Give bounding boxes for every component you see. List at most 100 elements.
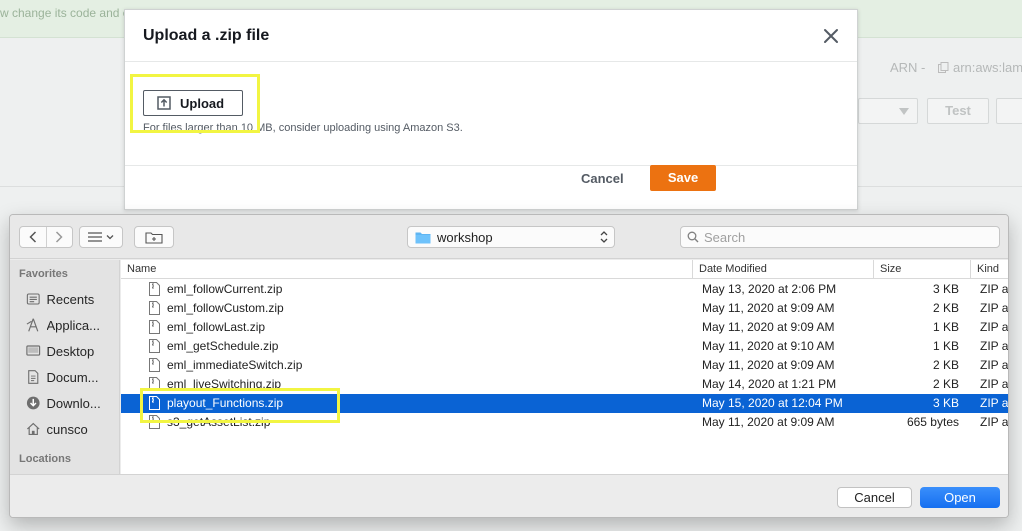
file-size: 1 KB [932,320,959,334]
file-date-modified: May 11, 2020 at 9:09 AM [702,358,835,372]
file-name: eml_followCustom.zip [167,301,284,315]
sidebar-item-applications[interactable]: Applica... [10,312,119,338]
clock-icon [26,293,40,305]
copy-icon [938,62,949,73]
modal-save-button[interactable]: Save [650,165,716,191]
selected-file-highlight-box [140,388,340,423]
file-row[interactable]: eml_followCustom.zip May 11, 2020 at 9:09… [121,299,1009,318]
column-name[interactable]: Name [121,260,693,279]
new-folder-button[interactable] [134,226,174,248]
sidebar-item-label: cunsco [46,421,88,437]
file-row[interactable]: eml_immediateSwitch.zip May 11, 2020 at 9… [121,356,1009,375]
file-list: Name Date Modified Size Kind eml_followC… [121,260,1009,474]
column-date-modified[interactable]: Date Modified [693,260,874,279]
view-options-button[interactable] [79,226,123,248]
desktop-icon [26,345,41,356]
file-list-header: Name Date Modified Size Kind [121,260,1008,279]
column-kind[interactable]: Kind [971,260,1008,279]
search-field[interactable] [680,226,1000,248]
sidebar-item-desktop[interactable]: Desktop [10,338,119,364]
modal-cancel-button[interactable]: Cancel [581,171,624,186]
modal-title: Upload a .zip file [143,27,270,44]
upload-highlight-box [130,74,260,133]
search-icon [687,231,699,243]
download-icon [26,396,40,410]
zip-file-icon [149,301,160,315]
list-view-icon [88,232,114,242]
file-name: eml_immediateSwitch.zip [167,358,303,372]
sidebar-item-recents[interactable]: Recents [10,286,119,312]
dialog-sidebar: Favorites Recents Applica... Desktop Doc… [10,260,120,474]
file-size: 665 bytes [906,415,959,429]
test-button[interactable]: Test [927,98,989,124]
file-row[interactable]: eml_followLast.zip May 11, 2020 at 9:09 A… [121,318,1009,337]
file-kind: ZIP ar [980,282,1009,296]
sidebar-item-label: Desktop [46,343,95,359]
arn-value-text: arn:aws:lam [953,60,1022,75]
file-size: 2 KB [932,377,959,391]
file-row[interactable]: eml_getSchedule.zip May 11, 2020 at 9:10 … [121,337,1009,356]
back-button[interactable] [20,227,46,247]
favorites-heading: Favorites [19,268,68,280]
document-icon [28,370,39,384]
file-kind: ZIP ar [980,415,1009,429]
locations-heading: Locations [19,453,71,465]
file-date-modified: May 11, 2020 at 9:10 AM [702,339,835,353]
column-size[interactable]: Size [874,260,971,279]
sidebar-item-label: Applica... [46,317,100,333]
file-kind: ZIP ar [980,339,1009,353]
dialog-cancel-button[interactable]: Cancel [837,487,912,508]
file-kind: ZIP ar [980,377,1009,391]
forward-button[interactable] [45,227,72,247]
current-folder-name: workshop [437,229,493,245]
arn-value: arn:aws:lam [938,60,1022,75]
file-size: 3 KB [932,282,959,296]
file-date-modified: May 11, 2020 at 9:09 AM [702,415,835,429]
file-date-modified: May 15, 2020 at 12:04 PM [702,396,843,410]
file-name: eml_getSchedule.zip [167,339,279,353]
new-folder-icon [145,231,163,244]
zip-file-icon [149,358,160,372]
file-date-modified: May 14, 2020 at 1:21 PM [702,377,837,391]
file-size: 3 KB [932,396,959,410]
sidebar-item-label: Docum... [46,369,99,385]
file-size: 1 KB [932,339,959,353]
sidebar-item-downloads[interactable]: Downlo... [10,390,119,416]
file-date-modified: May 13, 2020 at 2:06 PM [702,282,837,296]
background-banner-text: w change its code and c [0,6,129,20]
chevron-left-icon [29,231,37,243]
background-dropdown[interactable] [858,98,918,124]
zip-file-icon [149,339,160,353]
file-date-modified: May 11, 2020 at 9:09 AM [702,320,835,334]
dialog-toolbar: workshop [10,215,1008,259]
applications-icon [26,318,39,332]
file-size: 2 KB [932,358,959,372]
file-row[interactable]: eml_followCurrent.zip May 13, 2020 at 2:0… [121,280,1009,299]
background-button[interactable] [996,98,1022,124]
sidebar-item-documents[interactable]: Docum... [10,364,119,390]
sidebar-item-label: Recents [46,291,95,307]
file-name: eml_followLast.zip [167,320,266,334]
dialog-bottom-bar: Cancel Open [10,474,1008,517]
close-icon[interactable] [823,28,839,44]
file-date-modified: May 11, 2020 at 9:09 AM [702,301,835,315]
folder-icon [415,232,431,243]
chevron-right-icon [56,231,64,243]
sidebar-item-home[interactable]: cunsco [10,416,119,442]
folder-path-popup[interactable]: workshop [407,226,615,248]
file-open-dialog: workshop Favorites Recents Applica... [9,214,1009,518]
file-kind: ZIP ar [980,301,1009,315]
file-size: 2 KB [932,301,959,315]
file-kind: ZIP ar [980,320,1009,334]
file-kind: ZIP ar [980,396,1009,410]
arn-label: ARN - [890,60,926,75]
dialog-open-button[interactable]: Open [920,487,1000,508]
updown-chevron-icon [600,231,608,243]
file-kind: ZIP ar [980,358,1009,372]
search-input[interactable] [704,229,994,245]
sidebar-item-label: Downlo... [46,395,101,411]
zip-file-icon [149,320,160,334]
modal-header: Upload a .zip file [125,10,857,62]
zip-file-icon [149,282,160,296]
home-icon [26,422,40,436]
